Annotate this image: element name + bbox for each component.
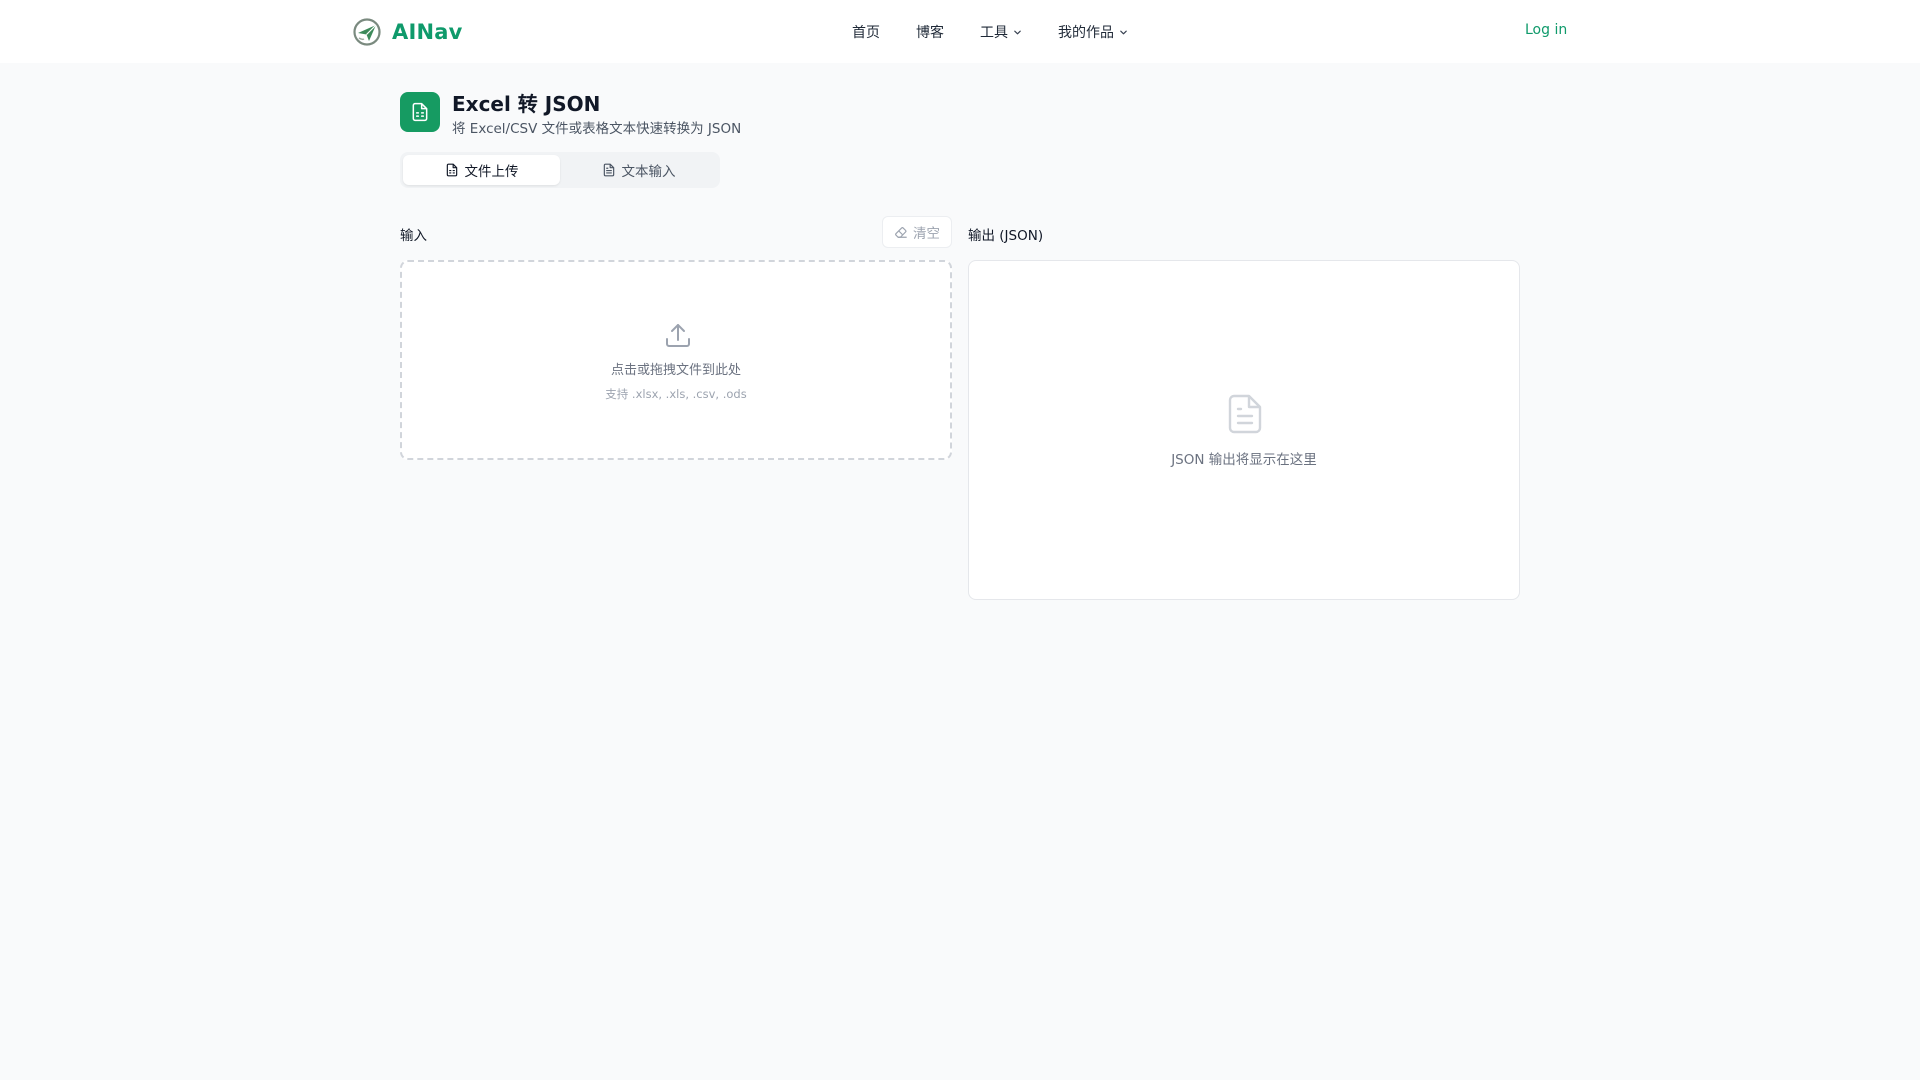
main-nav: 首页 博客 工具 我的作品 xyxy=(852,20,1128,44)
file-dropzone[interactable]: 点击或拖拽文件到此处 支持 .xlsx, .xls, .csv, .ods xyxy=(400,260,952,460)
nav-item-label: 我的作品 xyxy=(1058,25,1114,41)
nav-item-label: 工具 xyxy=(980,25,1008,41)
input-mode-tabs: 文件上传 文本输入 xyxy=(400,152,720,188)
page-title: Excel 转 JSON xyxy=(452,92,601,116)
eraser-icon xyxy=(895,227,907,238)
output-placeholder: JSON 输出将显示在这里 xyxy=(1171,452,1317,468)
tab-file-upload[interactable]: 文件上传 xyxy=(403,155,560,185)
nav-item-home[interactable]: 首页 xyxy=(852,20,880,44)
output-label: 输出 (JSON) xyxy=(968,228,1044,244)
login-link[interactable]: Log in xyxy=(1525,22,1567,38)
dropzone-hint: 支持 .xlsx, .xls, .csv, .ods xyxy=(605,387,747,401)
spreadsheet-file-icon-glyph xyxy=(412,102,428,122)
upload-icon xyxy=(666,324,690,347)
clear-button-label: 清空 xyxy=(913,226,940,241)
tab-label: 文本输入 xyxy=(621,164,676,180)
spreadsheet-file-icon xyxy=(400,92,440,132)
nav-item-label: 首页 xyxy=(852,25,880,41)
paper-plane-logo-icon xyxy=(353,18,381,46)
file-icon xyxy=(446,163,457,177)
input-label: 输入 xyxy=(400,228,427,244)
dropzone-text: 点击或拖拽文件到此处 xyxy=(610,363,741,378)
chevron-down-icon xyxy=(1120,30,1127,35)
chevron-down-icon xyxy=(1014,30,1021,35)
tab-label: 文件上传 xyxy=(464,164,519,180)
nav-item-my-works[interactable]: 我的作品 xyxy=(1058,20,1128,44)
nav-item-blog[interactable]: 博客 xyxy=(916,20,944,44)
file-text-icon xyxy=(603,163,614,177)
page-subtitle: 将 Excel/CSV 文件或表格文本快速转换为 JSON xyxy=(452,121,742,137)
brand-name: AINav xyxy=(392,20,463,44)
nav-item-label: 博客 xyxy=(916,25,944,41)
clear-button[interactable]: 清空 xyxy=(882,216,952,248)
tab-text-input[interactable]: 文本输入 xyxy=(560,155,717,185)
json-output-panel[interactable]: JSON 输出将显示在这里 xyxy=(968,260,1520,600)
top-navbar: AINav 首页 博客 工具 我的作品 Log in xyxy=(0,0,1920,63)
file-text-icon xyxy=(1228,394,1262,434)
nav-item-tools[interactable]: 工具 xyxy=(980,20,1022,44)
brand-link[interactable]: AINav xyxy=(352,17,463,47)
